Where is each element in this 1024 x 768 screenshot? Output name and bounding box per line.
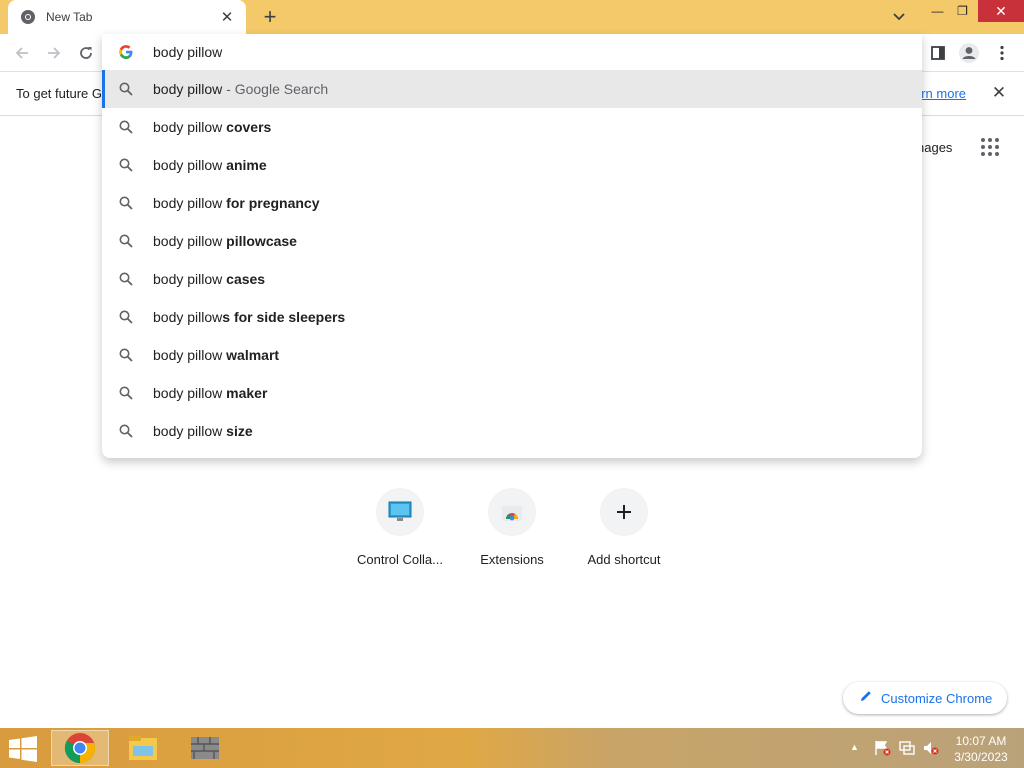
kebab-menu-icon[interactable] — [989, 40, 1015, 66]
shortcut-extensions[interactable]: Extensions — [456, 488, 568, 567]
suggestion-item[interactable]: body pillow pillowcase — [102, 222, 922, 260]
chrome-icon[interactable] — [51, 730, 109, 766]
google-apps-grid-icon[interactable] — [979, 136, 1001, 158]
suggestion-text: body pillow cases — [153, 271, 265, 287]
side-panel-icon[interactable] — [925, 40, 951, 66]
tab-search-chevron-icon[interactable] — [886, 6, 912, 28]
suggestion-prefix: body pillow — [153, 119, 227, 135]
suggestion-prefix: body pillow — [153, 385, 227, 401]
search-icon — [119, 386, 133, 400]
suggestion-prefix: body pillow — [153, 347, 227, 363]
file-explorer-icon[interactable] — [114, 730, 172, 766]
plus-icon — [600, 488, 648, 536]
suggestion-prefix: body pillow — [153, 195, 227, 211]
search-icon — [119, 196, 133, 210]
omnibox[interactable]: body pillow — [102, 34, 922, 70]
search-icon — [119, 310, 133, 324]
suggestion-prefix: body pillow — [153, 423, 227, 439]
pencil-icon — [859, 689, 873, 708]
tab-new-tab[interactable]: New Tab ✕ — [8, 0, 246, 34]
profile-avatar-icon[interactable] — [956, 40, 982, 66]
suggestion-completion: cases — [226, 271, 266, 287]
suggestion-prefix: body pillow — [153, 81, 223, 97]
suggestion-item[interactable]: body pillow maker — [102, 374, 922, 412]
suggestion-text: body pillow covers — [153, 119, 271, 135]
suggestion-text: body pillow walmart — [153, 347, 279, 363]
suggestion-description: - Google Search — [222, 81, 329, 97]
suggestion-text: body pillow maker — [153, 385, 267, 401]
suggestion-item[interactable]: body pillow anime — [102, 146, 922, 184]
images-link[interactable]: nages — [917, 140, 952, 155]
windows-start-icon[interactable] — [8, 736, 38, 762]
tray-expand-icon[interactable]: ▲ — [850, 742, 859, 752]
suggestion-completion: s for side sleepers — [222, 309, 346, 325]
suggestion-item[interactable]: body pillows for side sleepers — [102, 298, 922, 336]
close-window-button[interactable]: ✕ — [978, 0, 1024, 22]
omnibox-input[interactable]: body pillow — [153, 44, 222, 60]
chrome-favicon-icon — [20, 9, 36, 25]
tab-close-icon[interactable]: ✕ — [218, 8, 236, 26]
shortcut-label: Control Colla... — [357, 552, 443, 567]
suggestion-completion: covers — [226, 119, 272, 135]
suggestion-prefix: body pillow — [153, 233, 227, 249]
shortcut-control-collab[interactable]: Control Colla... — [344, 488, 456, 567]
restore-button[interactable]: ❐ — [947, 0, 978, 22]
suggestion-text: body pillow pillowcase — [153, 233, 297, 249]
shortcut-label: Extensions — [480, 552, 544, 567]
google-g-icon — [118, 44, 134, 60]
forward-arrow-icon[interactable] — [41, 40, 67, 66]
suggestion-completion: anime — [226, 157, 267, 173]
clock-time: 10:07 AM — [955, 734, 1007, 748]
monitor-icon — [376, 488, 424, 536]
search-icon — [119, 82, 133, 96]
info-bar-text: To get future G — [16, 86, 102, 101]
shortcut-label: Add shortcut — [587, 552, 661, 567]
search-icon — [119, 348, 133, 362]
suggestion-item[interactable]: body pillow size — [102, 412, 922, 450]
new-tab-button[interactable]: + — [256, 4, 284, 30]
suggestion-item[interactable]: body pillow walmart — [102, 336, 922, 374]
suggestion-text: body pillows for side sleepers — [153, 309, 345, 325]
volume-muted-icon[interactable] — [922, 740, 940, 756]
system-clock[interactable]: 10:07 AM 3/30/2023 — [950, 733, 1012, 765]
chrome-web-store-icon — [488, 488, 536, 536]
search-icon — [119, 234, 133, 248]
suggestion-item[interactable]: body pillow cases — [102, 260, 922, 298]
search-icon — [119, 158, 133, 172]
reload-icon[interactable] — [73, 40, 99, 66]
info-bar-close-icon[interactable]: ✕ — [989, 83, 1009, 103]
search-icon — [119, 424, 133, 438]
suggestion-prefix: body pillow — [153, 271, 227, 287]
suggestion-text: body pillow size — [153, 423, 253, 439]
firewall-icon[interactable] — [176, 730, 234, 766]
suggestion-item[interactable]: body pillow for pregnancy — [102, 184, 922, 222]
suggestion-item[interactable]: body pillow - Google Search — [102, 70, 922, 108]
suggestion-completion: maker — [226, 385, 268, 401]
windows-taskbar: ▲ 10:07 AM 3/30/2023 — [0, 728, 1024, 768]
suggestion-item[interactable]: body pillow covers — [102, 108, 922, 146]
action-center-flag-icon[interactable] — [874, 740, 892, 756]
title-bar: New Tab ✕ + — ❐ ✕ — [0, 0, 1024, 34]
suggestion-prefix: body pillow — [153, 309, 223, 325]
tab-title: New Tab — [46, 10, 93, 24]
suggestion-text: body pillow anime — [153, 157, 267, 173]
suggestion-completion: pillowcase — [226, 233, 297, 249]
omnibox-dropdown: body pillow body pillow - Google Search b… — [102, 34, 922, 458]
search-icon — [119, 120, 133, 134]
suggestion-text: body pillow for pregnancy — [153, 195, 320, 211]
search-icon — [119, 272, 133, 286]
suggestion-completion: walmart — [226, 347, 280, 363]
customize-chrome-label: Customize Chrome — [881, 690, 993, 706]
suggestion-list: body pillow - Google Search body pillow c… — [102, 70, 922, 450]
customize-chrome-button[interactable]: Customize Chrome — [843, 682, 1007, 714]
clock-date: 3/30/2023 — [954, 750, 1008, 764]
suggestion-completion: for pregnancy — [226, 195, 320, 211]
shortcut-add[interactable]: Add shortcut — [568, 488, 680, 567]
suggestion-completion: size — [226, 423, 253, 439]
suggestion-text: body pillow - Google Search — [153, 81, 328, 97]
back-arrow-icon[interactable] — [9, 40, 35, 66]
suggestion-prefix: body pillow — [153, 157, 227, 173]
network-icon[interactable] — [898, 740, 916, 756]
